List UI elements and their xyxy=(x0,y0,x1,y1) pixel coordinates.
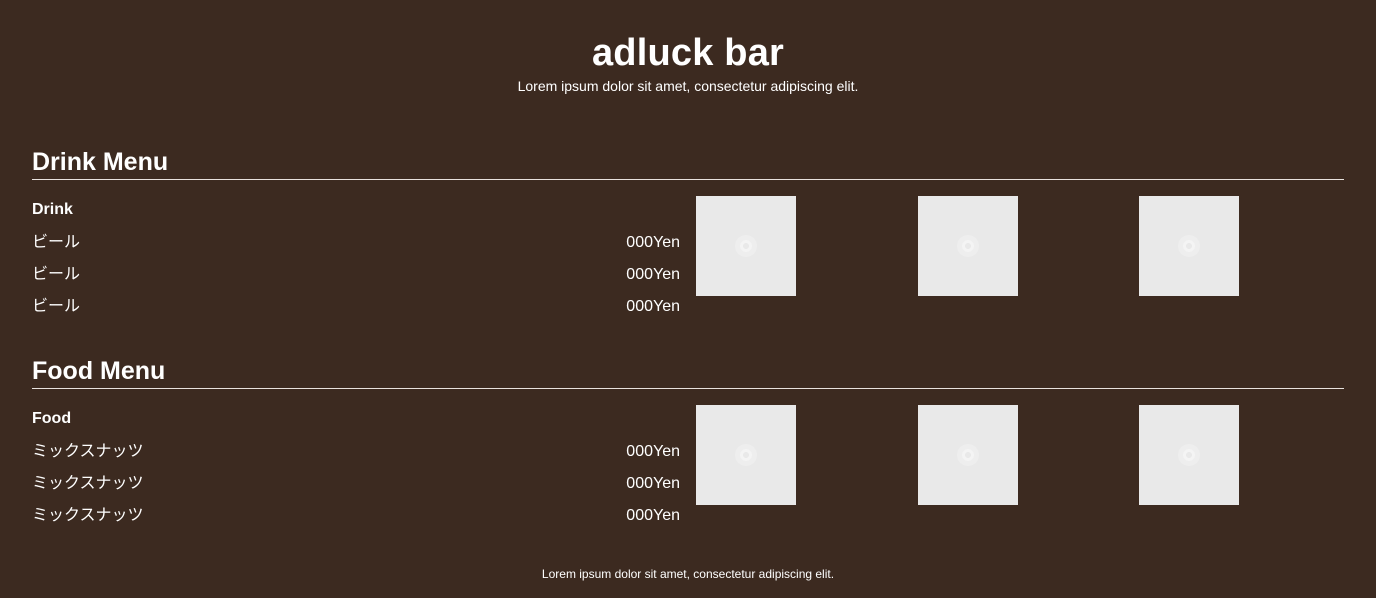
drink-menu-section: Drink Menu Drink ビール 000Yen ビール 000Yen ビ… xyxy=(32,147,1344,323)
food-menu-section: Food Menu Food ミックスナッツ 000Yen ミックスナッツ 00… xyxy=(32,356,1344,532)
footer-text: Lorem ipsum dolor sit amet, consectetur … xyxy=(541,567,835,581)
site-title: adluck bar xyxy=(591,32,785,74)
food-list: Food ミックスナッツ 000Yen ミックスナッツ 000Yen ミックスナ… xyxy=(32,405,680,532)
site-subtitle: Lorem ipsum dolor sit amet, consectetur … xyxy=(517,78,859,94)
image-placeholder-icon xyxy=(735,444,757,466)
food-item: ミックスナッツ 000Yen xyxy=(32,500,680,532)
drink-menu-title: Drink Menu xyxy=(32,147,1344,180)
food-item-price: 000Yen xyxy=(626,507,680,524)
drink-image-placeholder xyxy=(1139,196,1239,296)
food-item: ミックスナッツ 000Yen xyxy=(32,436,680,468)
food-image-placeholder xyxy=(696,405,796,505)
drink-category-label: Drink xyxy=(32,201,73,218)
drink-image-placeholder xyxy=(917,196,1018,296)
drink-images xyxy=(696,196,1239,323)
drink-item-price: 000Yen xyxy=(626,234,680,251)
drink-item: ビール 000Yen xyxy=(32,291,680,323)
site-header: adluck bar Lorem ipsum dolor sit amet, c… xyxy=(0,0,1376,95)
food-item-name: ミックスナッツ xyxy=(32,443,144,460)
image-placeholder-icon xyxy=(735,235,757,257)
food-item-name: ミックスナッツ xyxy=(32,475,144,492)
drink-item: ビール 000Yen xyxy=(32,259,680,291)
drink-item-name: ビール xyxy=(32,234,81,251)
site-footer: Lorem ipsum dolor sit amet, consectetur … xyxy=(0,566,1376,582)
food-image-placeholder xyxy=(1139,405,1239,505)
drink-item-price: 000Yen xyxy=(626,298,680,315)
drink-item-price: 000Yen xyxy=(626,266,680,283)
food-menu-body: Food ミックスナッツ 000Yen ミックスナッツ 000Yen ミックスナ… xyxy=(32,405,1344,532)
image-placeholder-icon xyxy=(1178,235,1200,257)
drink-list: Drink ビール 000Yen ビール 000Yen ビール 000Yen xyxy=(32,196,680,323)
food-menu-title: Food Menu xyxy=(32,356,1344,389)
image-placeholder-icon xyxy=(1178,444,1200,466)
image-placeholder-icon xyxy=(956,235,979,257)
drink-item: ビール 000Yen xyxy=(32,227,680,259)
food-category-label: Food xyxy=(32,410,72,427)
food-item-price: 000Yen xyxy=(626,443,680,460)
drink-item-name: ビール xyxy=(32,266,81,283)
food-images xyxy=(696,405,1239,532)
food-image-placeholder xyxy=(917,405,1018,505)
drink-menu-body: Drink ビール 000Yen ビール 000Yen ビール 000Yen xyxy=(32,196,1344,323)
drink-item-name: ビール xyxy=(32,298,81,315)
drink-image-placeholder xyxy=(696,196,796,296)
food-item-name: ミックスナッツ xyxy=(32,507,144,524)
image-placeholder-icon xyxy=(956,444,979,466)
food-item-price: 000Yen xyxy=(626,475,680,492)
food-item: ミックスナッツ 000Yen xyxy=(32,468,680,500)
